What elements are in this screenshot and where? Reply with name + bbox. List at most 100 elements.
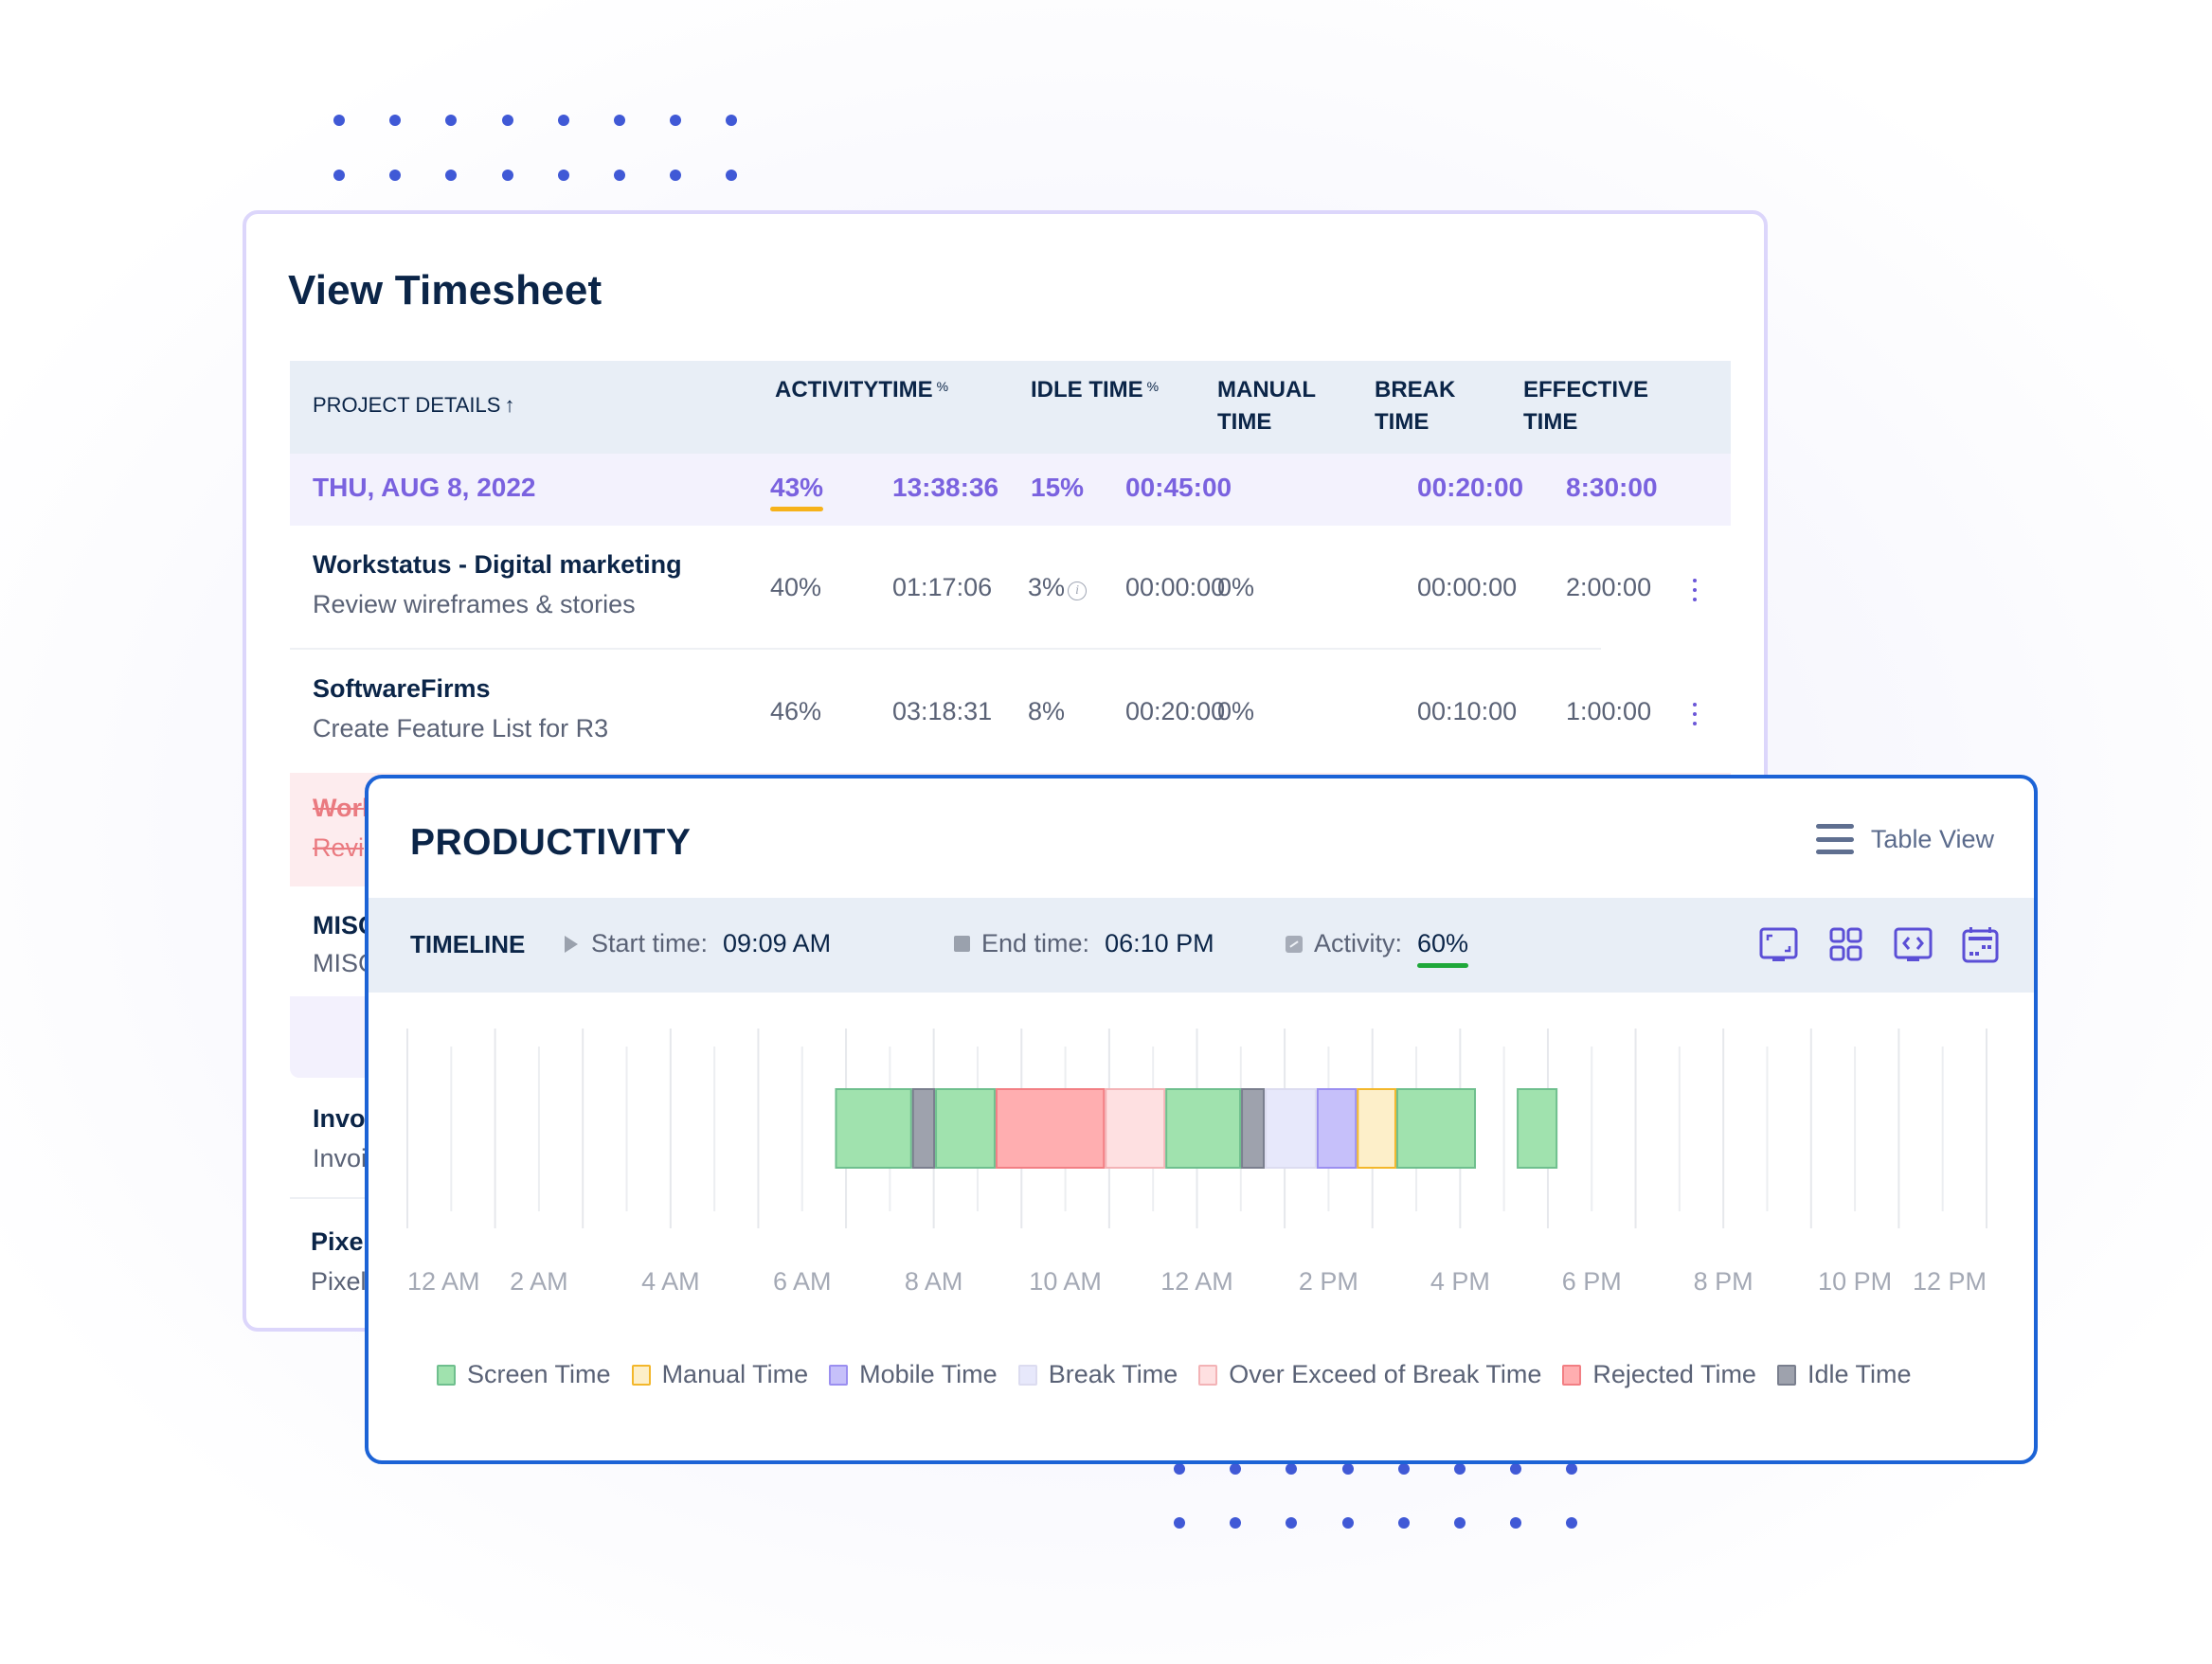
time: 01:17:06 — [892, 573, 993, 601]
code-screen-icon[interactable] — [1894, 926, 1933, 964]
x-tick-label: 4 PM — [1430, 1267, 1490, 1296]
grid-view-icon[interactable] — [1826, 926, 1865, 964]
legend-label: Break Time — [1048, 1360, 1178, 1388]
calendar-icon[interactable] — [1961, 926, 2000, 964]
decorative-dot — [1566, 1517, 1578, 1529]
timeline-segment-mobile[interactable] — [1316, 1088, 1358, 1169]
timeline-segment-break[interactable] — [1265, 1088, 1317, 1169]
timeline-segment-screen[interactable] — [835, 1088, 912, 1169]
decorative-dot — [670, 170, 682, 181]
table-row[interactable]: SoftwareFirms Create Feature List for R3… — [290, 650, 1731, 773]
legend-item-manual[interactable]: Manual Time — [631, 1360, 808, 1389]
column-header-break-time[interactable]: BREAK TIME — [1375, 374, 1455, 438]
legend-item-idle[interactable]: Idle Time — [1776, 1360, 1912, 1389]
decorative-dot — [333, 115, 345, 126]
column-header-project-details[interactable]: PROJECT DETAILS ↑ — [313, 389, 514, 421]
idle-time: 00:00:00 — [1125, 573, 1226, 601]
legend-label: Mobile Time — [859, 1360, 998, 1388]
date-activity-pct: 43% — [770, 473, 824, 511]
decorative-dot — [726, 115, 738, 126]
legend-item-break[interactable]: Break Time — [1017, 1360, 1178, 1389]
end-time: End time: 06:10 PM — [954, 929, 1214, 958]
decorative-dot — [389, 115, 402, 126]
column-header-activity[interactable]: ACTIVITYTIME% — [775, 374, 948, 406]
project-name: Workstatus - Digital marketing — [313, 550, 682, 579]
task-name: Pixel — [311, 1267, 367, 1296]
fullscreen-icon[interactable] — [1759, 926, 1798, 964]
x-tick-label: 8 PM — [1694, 1267, 1753, 1296]
column-header-manual-time[interactable]: MANUAL TIME — [1217, 374, 1316, 438]
decorative-dot — [389, 170, 402, 181]
date-idle-pct: 15% — [1031, 473, 1085, 502]
menu-lines-icon — [1815, 824, 1854, 854]
timeline-segment-screen[interactable] — [1395, 1088, 1477, 1169]
activity-underline — [1417, 963, 1469, 968]
timeline-segment-screen[interactable] — [935, 1088, 996, 1169]
page-title: View Timesheet — [288, 267, 602, 313]
timeline-segment-screen[interactable] — [1517, 1088, 1558, 1169]
stop-icon — [954, 936, 970, 952]
timeline-segment-idle[interactable] — [911, 1088, 936, 1169]
activity-underline — [770, 507, 824, 511]
legend-item-over-break[interactable]: Over Exceed of Break Time — [1198, 1360, 1541, 1389]
timeline-segment-manual[interactable] — [1357, 1088, 1396, 1169]
timeline-bar: TIMELINE Start time: 09:09 AM End time: … — [369, 898, 2034, 993]
row-menu-icon[interactable] — [1692, 703, 1698, 725]
legend-item-screen[interactable]: Screen Time — [437, 1360, 611, 1389]
play-icon — [565, 935, 578, 953]
legend-label: Idle Time — [1807, 1360, 1912, 1388]
info-icon[interactable]: i — [1068, 582, 1088, 600]
decorative-dot — [1510, 1517, 1522, 1529]
timeline-segment-over-break[interactable] — [1105, 1088, 1166, 1169]
x-tick-label: 2 AM — [510, 1267, 568, 1296]
table-row[interactable]: Workstatus - Digital marketing Review wi… — [290, 526, 1731, 650]
decorative-dot — [614, 115, 625, 126]
time: 03:18:31 — [892, 697, 993, 725]
column-header-idle-time[interactable]: IDLE TIME% — [1031, 374, 1159, 406]
date-break-time: 00:20:00 — [1417, 473, 1524, 502]
decorative-dot — [1454, 1517, 1466, 1529]
legend-swatch — [1562, 1364, 1582, 1386]
decorative-dot — [501, 115, 513, 126]
idle-pct: 3% i — [1028, 573, 1088, 602]
legend-item-rejected[interactable]: Rejected Time — [1562, 1360, 1756, 1389]
timeline-segment-rejected[interactable] — [995, 1088, 1106, 1169]
decorative-dot — [1230, 1517, 1242, 1529]
decorative-dot — [557, 115, 569, 126]
effective-time: 1:00:00 — [1566, 697, 1652, 725]
decorative-dot — [1510, 1463, 1522, 1475]
x-tick-label: 12 AM — [407, 1267, 480, 1296]
legend-label: Screen Time — [467, 1360, 611, 1388]
column-header-effective-time[interactable]: EFFECTIVE TIME — [1523, 374, 1648, 438]
decorative-dot — [1397, 1463, 1410, 1475]
date-label: THU, AUG 8, 2022 — [313, 473, 536, 502]
activity-value: 60% — [1417, 929, 1469, 968]
end-time-value: 06:10 PM — [1105, 929, 1214, 957]
row-menu-icon[interactable] — [1692, 579, 1698, 601]
timeline-segment-idle[interactable] — [1241, 1088, 1266, 1169]
table-header: PROJECT DETAILS ↑ ACTIVITYTIME% IDLE TIME… — [290, 361, 1731, 454]
x-tick-label: 10 PM — [1818, 1267, 1892, 1296]
date-summary-row: THU, AUG 8, 2022 43% 13:38:36 15% 00:45:… — [290, 454, 1731, 526]
legend-item-mobile[interactable]: Mobile Time — [829, 1360, 998, 1389]
task-name: Review wireframes & stories — [313, 590, 636, 618]
legend-swatch — [631, 1364, 651, 1386]
x-tick-label: 10 AM — [1029, 1267, 1102, 1296]
decorative-dot — [445, 170, 458, 181]
timeline-segment-screen[interactable] — [1165, 1088, 1242, 1169]
x-tick-label: 12 AM — [1160, 1267, 1233, 1296]
date-time: 13:38:36 — [892, 473, 999, 502]
legend-swatch — [1017, 1364, 1037, 1386]
decorative-dot — [726, 170, 738, 181]
decorative-dot — [1286, 1463, 1298, 1475]
legend-swatch — [437, 1364, 456, 1386]
project-name: Invo — [313, 1104, 366, 1133]
decorative-dot — [1397, 1517, 1410, 1529]
x-tick-label: 12 PM — [1913, 1267, 1987, 1296]
legend-label: Rejected Time — [1592, 1360, 1756, 1388]
x-tick-label: 2 PM — [1299, 1267, 1358, 1296]
table-view-button[interactable]: Table View — [1815, 824, 1994, 854]
project-name: Pixel — [311, 1227, 371, 1256]
sort-arrow-up-icon[interactable]: ↑ — [504, 393, 514, 417]
task-name: Create Feature List for R3 — [313, 714, 609, 743]
